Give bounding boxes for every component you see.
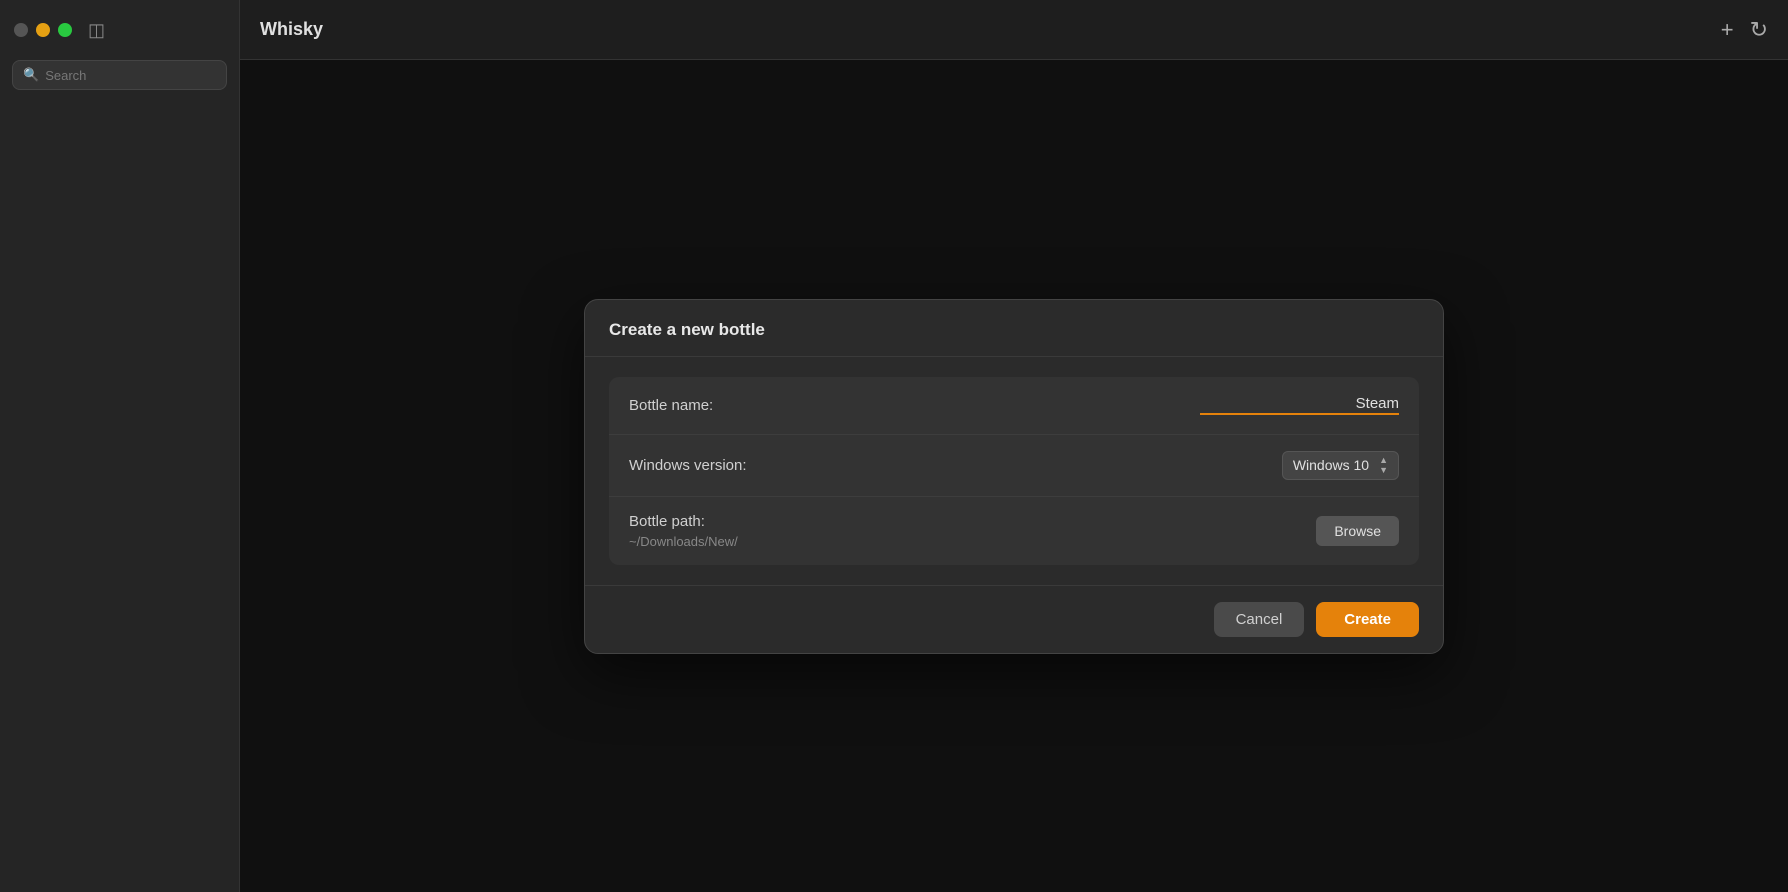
main-content: Create a new bottle Bottle name: Windows… (240, 60, 1788, 892)
sidebar-titlebar: ◫ (0, 0, 239, 60)
minimize-button[interactable] (36, 23, 50, 37)
maximize-button[interactable] (58, 23, 72, 37)
search-input[interactable] (45, 68, 216, 83)
bottle-name-input[interactable] (1200, 395, 1399, 415)
stepper-down-arrow[interactable]: ▼ (1379, 466, 1388, 475)
stepper-up-arrow[interactable]: ▲ (1379, 456, 1388, 465)
dialog-footer: Cancel Create (585, 586, 1443, 653)
browse-button[interactable]: Browse (1316, 516, 1399, 546)
windows-version-label: Windows version: (629, 457, 747, 474)
sidebar: ◫ 🔍 (0, 0, 240, 892)
create-button[interactable]: Create (1316, 602, 1419, 637)
stepper-arrows: ▲ ▼ (1379, 456, 1388, 475)
header: Whisky + ↻ (240, 0, 1788, 60)
dialog-header: Create a new bottle (585, 300, 1443, 357)
dialog-body: Bottle name: Windows version: Windows 10… (585, 357, 1443, 586)
header-actions: + ↻ (1721, 19, 1768, 41)
bottle-name-label: Bottle name: (629, 397, 713, 414)
dialog-overlay: Create a new bottle Bottle name: Windows… (240, 60, 1788, 892)
dialog-title: Create a new bottle (609, 320, 765, 339)
search-bar: 🔍 (12, 60, 227, 90)
app-title: Whisky (260, 19, 323, 40)
create-bottle-dialog: Create a new bottle Bottle name: Windows… (584, 299, 1444, 654)
main-area: Whisky + ↻ Create a new bottle Bottle na… (240, 0, 1788, 892)
bottle-name-row: Bottle name: (609, 377, 1419, 435)
search-icon: 🔍 (23, 67, 39, 83)
windows-version-value: Windows 10 (1293, 457, 1369, 473)
sidebar-toggle-icon[interactable]: ◫ (88, 20, 105, 41)
add-button[interactable]: + (1721, 19, 1734, 41)
close-button[interactable] (14, 23, 28, 37)
cancel-button[interactable]: Cancel (1214, 602, 1305, 637)
refresh-button[interactable]: ↻ (1750, 19, 1768, 41)
bottle-path-row: Bottle path: ~/Downloads/New/ Browse (609, 497, 1419, 565)
windows-version-stepper[interactable]: Windows 10 ▲ ▼ (1282, 451, 1399, 480)
bottle-path-label: Bottle path: (629, 513, 1300, 530)
windows-version-row: Windows version: Windows 10 ▲ ▼ (609, 435, 1419, 497)
bottle-path-value: ~/Downloads/New/ (629, 534, 1300, 549)
path-info: Bottle path: ~/Downloads/New/ (629, 513, 1300, 549)
form-card: Bottle name: Windows version: Windows 10… (609, 377, 1419, 565)
traffic-lights (14, 23, 72, 37)
